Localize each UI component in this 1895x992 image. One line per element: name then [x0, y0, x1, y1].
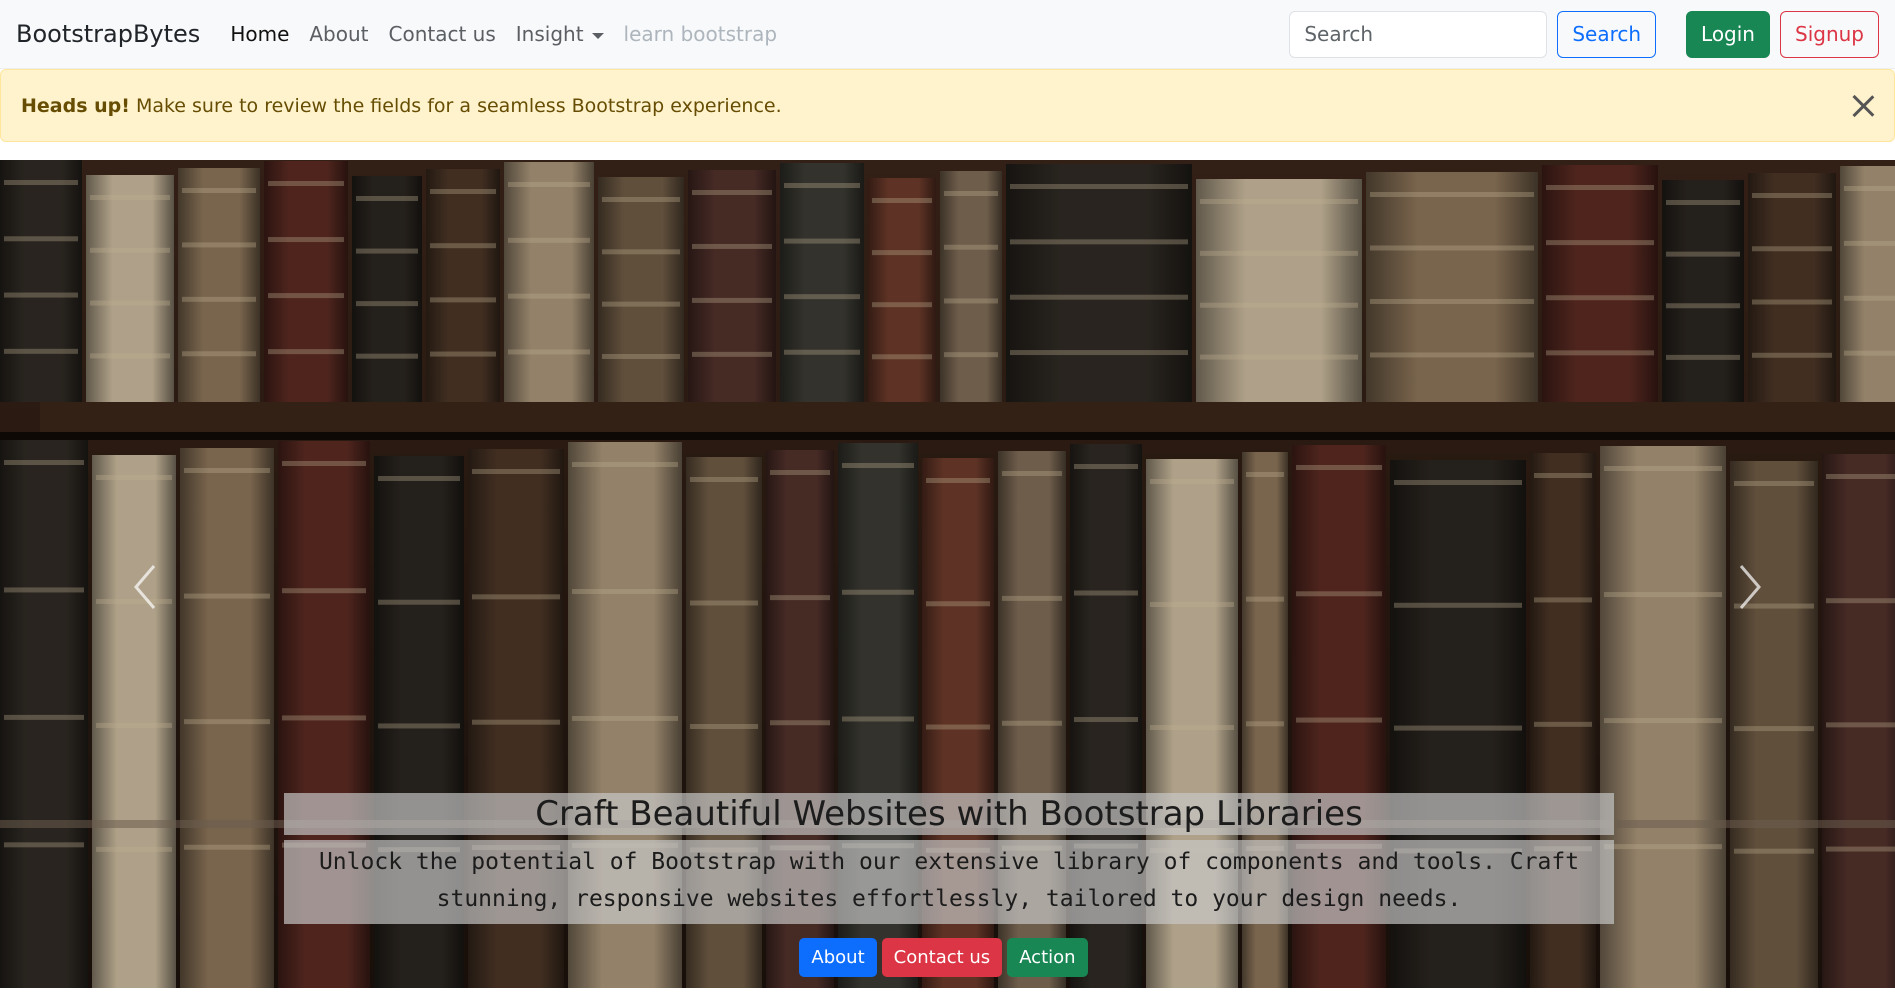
- nav-link-contact-us[interactable]: Contact us: [389, 22, 496, 46]
- alert-warning: Heads up! Make sure to review the fields…: [0, 69, 1895, 142]
- caret-down-icon: [591, 32, 604, 39]
- carousel-caption-buttons: About Contact us Action: [0, 938, 1895, 977]
- signup-button[interactable]: Signup: [1780, 10, 1879, 58]
- nav-dropdown-insight-label: Insight: [515, 22, 584, 46]
- nav-links: Home About Contact us Insight learn boot…: [230, 22, 777, 46]
- login-button[interactable]: Login: [1686, 10, 1770, 58]
- search-input[interactable]: [1289, 10, 1548, 58]
- nav-link-learn-bootstrap: learn bootstrap: [623, 22, 778, 46]
- chevron-right-icon[interactable]: [1735, 562, 1765, 612]
- nav-dropdown-insight[interactable]: Insight: [516, 22, 604, 46]
- navbar-brand[interactable]: BootstrapBytes: [16, 20, 200, 48]
- alert-message: Make sure to review the fields for a sea…: [135, 94, 782, 117]
- caption-contact-us-button[interactable]: Contact us: [881, 938, 1003, 977]
- caption-action-button[interactable]: Action: [1007, 938, 1088, 977]
- carousel: Craft Beautiful Websites with Bootstrap …: [0, 160, 1895, 988]
- navbar: BootstrapBytes Home About Contact us Ins…: [0, 0, 1895, 69]
- chevron-left-icon[interactable]: [130, 562, 160, 612]
- alert-strong: Heads up!: [21, 94, 130, 117]
- search-button[interactable]: Search: [1557, 10, 1657, 58]
- nav-link-home[interactable]: Home: [230, 22, 289, 46]
- close-icon[interactable]: [1850, 93, 1876, 119]
- carousel-caption-text: Unlock the potential of Bootstrap with o…: [284, 840, 1614, 924]
- carousel-caption-title: Craft Beautiful Websites with Bootstrap …: [284, 793, 1614, 835]
- nav-link-about[interactable]: About: [309, 22, 368, 46]
- carousel-caption: Craft Beautiful Websites with Bootstrap …: [284, 793, 1614, 924]
- nav-right: Search Login Signup: [1289, 10, 1879, 58]
- caption-about-button[interactable]: About: [799, 938, 877, 977]
